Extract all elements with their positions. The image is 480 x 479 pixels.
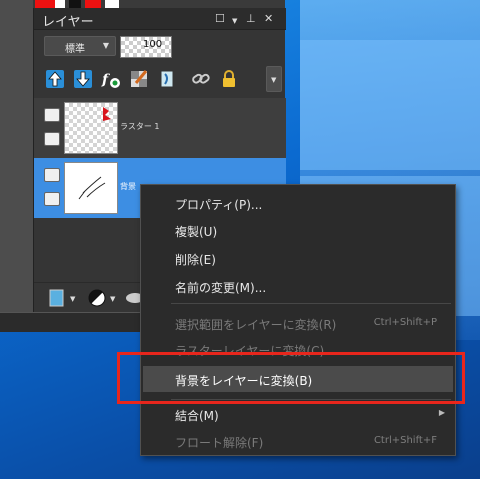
chevron-down-icon[interactable]: ▼ [110,295,115,303]
close-icon[interactable]: ✕ [264,12,273,26]
menu-item-label: 削除(E) [175,253,216,267]
layer-thumbnail [64,102,118,154]
new-layer-icon [49,289,64,307]
contrast-icon [88,289,106,307]
chevron-down-icon: ▼ [271,76,277,84]
visibility-eye-icon[interactable] [44,192,60,206]
blend-mode-value: 標準 [65,44,85,55]
menu-item-merge[interactable]: 結合(M) ▶ [143,401,453,427]
layer-group-icon[interactable] [44,168,60,182]
color-swatches[interactable] [35,0,285,8]
restore-icon[interactable]: ☐ [215,12,225,26]
menu-item-rename[interactable]: 名前の変更(M)... [143,273,453,299]
page-curl-icon [160,70,174,88]
mask-edit-button[interactable] [128,68,150,90]
opacity-field[interactable]: 100 [120,36,172,58]
layer-name: ラスター 1 [120,122,160,131]
layer-name: 背景 [120,182,136,191]
menu-separator [171,303,451,304]
opacity-value: 100 [143,39,163,50]
menu-item-duplicate[interactable]: 複製(U) [143,217,453,243]
menu-item-label: 結合(M) [175,409,219,423]
menu-item-delete[interactable]: 削除(E) [143,245,453,271]
toolbar-more-button[interactable]: ▼ [266,66,282,92]
swatch-white[interactable] [55,0,65,8]
layer-effects-button[interactable]: f [100,68,122,90]
lock-icon [223,70,235,87]
link-layers-button[interactable] [190,68,212,90]
chevron-down-icon: ▼ [102,41,109,50]
menu-item-label: フロート解除(F) [175,436,264,450]
submenu-arrow-icon: ▶ [438,408,445,417]
swatch-white[interactable] [105,0,119,8]
app-left-area [0,0,33,312]
red-drawing-icon [103,107,111,121]
menu-item-label: 名前の変更(M)... [175,281,267,295]
menu-item-defloat: フロート解除(F) Ctrl+Shift+F [143,428,453,454]
move-layer-up-button[interactable] [44,68,66,90]
pin-icon[interactable]: ⊥ [246,12,256,26]
menu-item-label: プロパティ(P)... [175,198,263,212]
visibility-eye-icon[interactable] [44,132,60,146]
annotation-highlight-box [117,352,465,404]
layer-thumbnail [64,162,118,214]
layer-style-button[interactable] [156,68,178,90]
layer-toolbar: f ▼ [34,66,286,92]
arrow-up-icon [46,70,64,88]
svg-text:f: f [101,72,111,88]
menu-item-properties[interactable]: プロパティ(P)... [143,190,453,216]
swatch-black[interactable] [69,0,81,8]
brush-icon [131,70,148,87]
adjustment-layer-button[interactable] [86,287,108,309]
layer-row[interactable]: ラスター 1 [34,98,286,158]
fx-icon: f [101,72,120,88]
layer-group-icon[interactable] [44,108,60,122]
menu-item-selection-to-layer: 選択範囲をレイヤーに変換(R) Ctrl+Shift+P [143,310,453,336]
swatch-red[interactable] [85,0,101,8]
new-layer-button[interactable] [46,287,68,309]
menu-item-shortcut: Ctrl+Shift+P [373,317,437,328]
panel-header: レイヤー ☐ ▼ ⊥ ✕ [34,8,286,30]
context-menu: プロパティ(P)... 複製(U) 削除(E) 名前の変更(M)... 選択範囲… [140,184,456,456]
panel-title: レイヤー [42,15,94,30]
chevron-down-icon[interactable]: ▼ [70,295,75,303]
menu-item-label: 選択範囲をレイヤーに変換(R) [175,318,337,332]
black-drawing-icon [78,176,106,200]
lock-layer-button[interactable] [218,68,240,90]
blend-mode-dropdown[interactable]: 標準 ▼ [44,36,116,56]
link-icon [192,73,210,84]
chevron-down-icon[interactable]: ▼ [232,14,237,28]
arrow-down-icon [74,70,92,88]
menu-item-label: 複製(U) [175,225,218,239]
move-layer-down-button[interactable] [72,68,94,90]
menu-item-shortcut: Ctrl+Shift+F [373,435,437,446]
swatch-red[interactable] [35,0,55,8]
windows-logo-pane [300,40,480,170]
